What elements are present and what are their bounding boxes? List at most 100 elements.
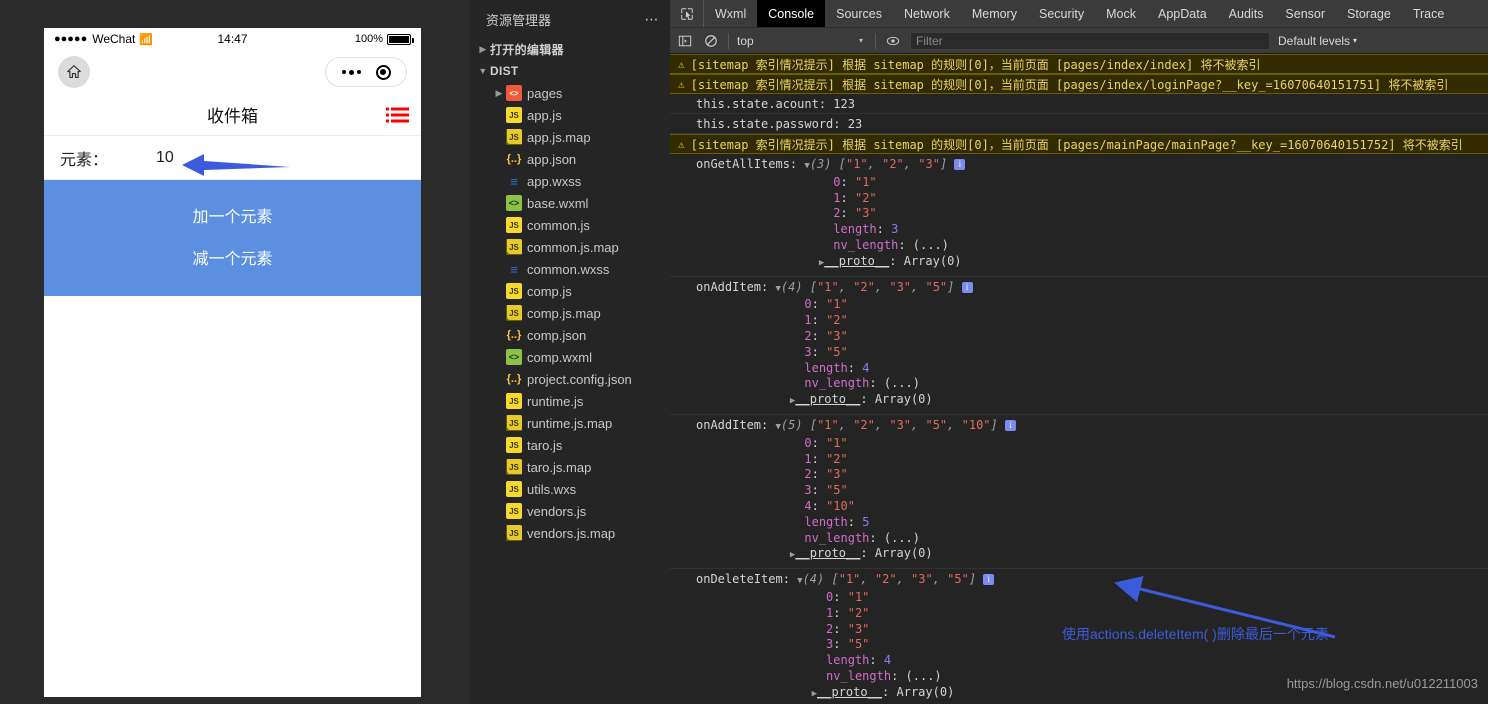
explorer-file-name: runtime.js.map bbox=[527, 415, 613, 431]
chevron-down-icon[interactable]: ▼ bbox=[476, 66, 490, 76]
more-dots-icon[interactable] bbox=[341, 69, 361, 75]
explorer-file-row[interactable]: JS vendors.js bbox=[470, 500, 670, 522]
explorer-file-name: common.js bbox=[527, 217, 590, 233]
devtools-tab-console[interactable]: Console bbox=[757, 0, 826, 27]
explorer-file-row[interactable]: JS app.js bbox=[470, 104, 670, 126]
carrier-label: WeChat bbox=[92, 32, 136, 46]
json-file-icon: {..} bbox=[506, 153, 522, 165]
explorer-file-name: comp.wxml bbox=[527, 349, 593, 365]
explorer-section-dist[interactable]: ▼ DIST bbox=[470, 60, 670, 82]
info-icon[interactable]: i bbox=[1005, 419, 1016, 431]
wxml-file-icon: <> bbox=[506, 349, 522, 365]
console-warning-row[interactable]: ⚠ [sitemap 索引情况提示] 根据 sitemap 的规则[0]，当前页面… bbox=[670, 54, 1488, 74]
explorer-file-row[interactable]: JS taro.js.map bbox=[470, 456, 670, 478]
execution-context-value: top bbox=[737, 33, 754, 48]
explorer-folder-row[interactable]: ▶ <> pages bbox=[470, 82, 670, 104]
battery-percent-label: 100% bbox=[354, 33, 383, 45]
file-explorer-panel: 资源管理器 ⋯ ▶ 打开的编辑器 ▼ DIST ▶ <> pages JS app.js… bbox=[470, 0, 670, 704]
explorer-file-row[interactable]: JS taro.js bbox=[470, 434, 670, 456]
explorer-file-row[interactable]: <> base.wxml bbox=[470, 192, 670, 214]
execution-context-select[interactable]: top ▾ bbox=[737, 34, 867, 48]
devtools-tabbar: Wxml Console Sources Network Memory Security M… bbox=[670, 0, 1488, 28]
explorer-file-row[interactable]: ≡ common.wxss bbox=[470, 258, 670, 280]
devtools-tab-appdata[interactable]: AppData bbox=[1147, 0, 1218, 27]
status-bar-left: ●●●●● WeChat 📶 bbox=[54, 32, 153, 46]
js-file-icon: JS bbox=[506, 503, 522, 519]
live-expression-icon[interactable] bbox=[884, 32, 902, 50]
console-log-row[interactable]: this.state.acount: 123 bbox=[670, 94, 1488, 114]
js-file-icon: JS bbox=[506, 437, 522, 453]
json-file-icon: {..} bbox=[506, 329, 522, 341]
info-icon[interactable]: i bbox=[983, 574, 995, 586]
console-object-row[interactable]: onGetAllItems: ▼(3) ["1", "2", "3"] i 0:… bbox=[670, 154, 1488, 277]
devtools-tab-memory[interactable]: Memory bbox=[961, 0, 1028, 27]
explorer-file-row[interactable]: {..} comp.json bbox=[470, 324, 670, 346]
remove-element-button[interactable]: 减一个元素 bbox=[44, 236, 421, 278]
log-levels-select[interactable]: Default levels ▾ bbox=[1278, 34, 1357, 48]
console-object-row[interactable]: onAddItem: ▼(5) ["1", "2", "3", "5", "10… bbox=[670, 415, 1488, 570]
devtools-tab-network[interactable]: Network bbox=[893, 0, 961, 27]
explorer-file-row[interactable]: JS comp.js bbox=[470, 280, 670, 302]
explorer-file-row[interactable]: ≡ app.wxss bbox=[470, 170, 670, 192]
console-warning-row[interactable]: ⚠ [sitemap 索引情况提示] 根据 sitemap 的规则[0]，当前页面… bbox=[670, 134, 1488, 154]
explorer-file-row[interactable]: JS runtime.js.map bbox=[470, 412, 670, 434]
devtools-tab-storage[interactable]: Storage bbox=[1336, 0, 1402, 27]
map-file-icon: JS bbox=[506, 459, 522, 475]
chevron-right-icon[interactable]: ▶ bbox=[492, 88, 506, 99]
devtools-tab-audits[interactable]: Audits bbox=[1218, 0, 1275, 27]
explorer-file-row[interactable]: JS app.js.map bbox=[470, 126, 670, 148]
chevron-down-icon: ▾ bbox=[1353, 36, 1358, 45]
map-file-icon: JS bbox=[506, 415, 522, 431]
json-file-icon: {..} bbox=[506, 373, 522, 385]
console-output[interactable]: ⚠ [sitemap 索引情况提示] 根据 sitemap 的规则[0]，当前页面… bbox=[670, 54, 1488, 704]
chevron-right-icon[interactable]: ▶ bbox=[476, 44, 490, 55]
folder-icon: <> bbox=[506, 85, 522, 101]
clear-console-icon[interactable] bbox=[702, 32, 720, 50]
info-icon[interactable]: i bbox=[961, 281, 973, 293]
wechat-capsule-menu[interactable] bbox=[325, 57, 407, 87]
explorer-file-row[interactable]: JS common.js bbox=[470, 214, 670, 236]
explorer-file-row[interactable]: JS comp.js.map bbox=[470, 302, 670, 324]
phone-status-bar: ●●●●● WeChat 📶 14:47 100% bbox=[44, 28, 421, 50]
console-warning-row[interactable]: ⚠ [sitemap 索引情况提示] 根据 sitemap 的规则[0]，当前页面… bbox=[670, 74, 1488, 94]
page-title: 收件箱 bbox=[207, 107, 258, 126]
explorer-file-name: app.json bbox=[527, 151, 577, 167]
home-icon[interactable] bbox=[58, 56, 90, 88]
info-icon[interactable]: i bbox=[954, 159, 966, 170]
js-file-icon: JS bbox=[506, 481, 522, 497]
explorer-section-open-editors[interactable]: ▶ 打开的编辑器 bbox=[470, 38, 670, 60]
signal-dots-icon: ●●●●● bbox=[54, 32, 88, 45]
devtools-tab-wxml[interactable]: Wxml bbox=[704, 0, 757, 27]
explorer-file-name: comp.json bbox=[527, 327, 587, 343]
devtools-tab-security[interactable]: Security bbox=[1028, 0, 1095, 27]
devtools-tab-sources[interactable]: Sources bbox=[825, 0, 893, 27]
console-object-label: onAddItem: bbox=[696, 279, 769, 294]
devtools-tab-sensor[interactable]: Sensor bbox=[1274, 0, 1336, 27]
explorer-file-row[interactable]: {..} app.json bbox=[470, 148, 670, 170]
map-file-icon: JS bbox=[506, 129, 522, 145]
explorer-file-row[interactable]: JS runtime.js bbox=[470, 390, 670, 412]
simulator-empty-area bbox=[44, 296, 421, 697]
explorer-file-row[interactable]: JS vendors.js.map bbox=[470, 522, 670, 544]
explorer-file-row[interactable]: <> comp.wxml bbox=[470, 346, 670, 368]
page-title-bar: 收件箱 bbox=[44, 94, 421, 136]
console-filter-input[interactable]: Filter bbox=[910, 31, 1270, 50]
add-element-button[interactable]: 加一个元素 bbox=[44, 194, 421, 236]
inspect-element-icon[interactable] bbox=[670, 0, 704, 27]
devtools-panel: Wxml Console Sources Network Memory Security M… bbox=[670, 0, 1488, 704]
ellipsis-icon[interactable]: ⋯ bbox=[645, 11, 661, 28]
explorer-file-row[interactable]: JS common.js.map bbox=[470, 236, 670, 258]
explorer-file-name: utils.wxs bbox=[527, 481, 577, 497]
explorer-file-row[interactable]: {..} project.config.json bbox=[470, 368, 670, 390]
warning-triangle-icon: ⚠ bbox=[678, 78, 685, 91]
console-object-row[interactable]: onAddItem: ▼(4) ["1", "2", "3", "5"] i 0… bbox=[670, 277, 1488, 415]
devtools-tab-mock[interactable]: Mock bbox=[1095, 0, 1147, 27]
devtools-tab-trace[interactable]: Trace bbox=[1402, 0, 1456, 27]
element-count-label: 元素： bbox=[60, 151, 109, 169]
show-console-sidebar-icon[interactable] bbox=[676, 32, 694, 50]
list-menu-icon[interactable] bbox=[386, 107, 409, 122]
explorer-file-row[interactable]: JS utils.wxs bbox=[470, 478, 670, 500]
console-log-row[interactable]: this.state.password: 23 bbox=[670, 114, 1488, 134]
log-levels-label: Default levels bbox=[1278, 33, 1351, 48]
target-icon[interactable] bbox=[375, 64, 391, 80]
